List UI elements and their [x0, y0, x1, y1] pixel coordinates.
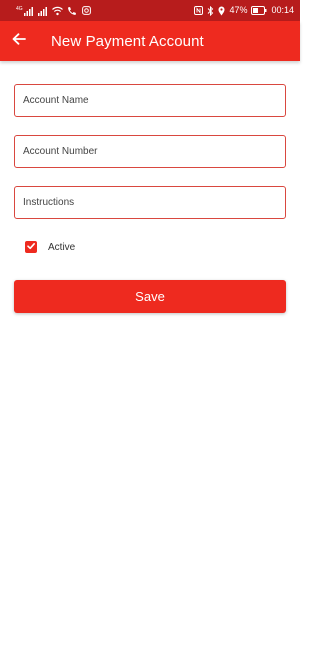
battery-percent: 47% [229, 5, 248, 15]
battery-icon [251, 6, 267, 15]
account-name-input[interactable] [15, 85, 285, 116]
active-checkbox[interactable] [25, 241, 37, 253]
instructions-input[interactable] [15, 187, 285, 218]
back-button[interactable] [0, 21, 38, 61]
instagram-icon [82, 6, 91, 15]
bluetooth-icon [207, 5, 214, 16]
network-type-label: 4G [16, 6, 23, 12]
arrow-back-icon [12, 32, 26, 50]
nfc-icon [194, 6, 204, 15]
app-bar: New Payment Account [0, 21, 300, 61]
active-label: Active [48, 241, 76, 253]
signal-icon: 4G [16, 6, 34, 16]
wifi-icon [52, 6, 63, 16]
location-icon [218, 6, 225, 16]
clock: 00:14 [271, 5, 294, 15]
active-row[interactable]: Active [25, 237, 286, 257]
account-name-field[interactable] [14, 84, 286, 117]
checkmark-icon [26, 238, 36, 256]
page-title: New Payment Account [51, 32, 204, 50]
status-right: 47% 00:14 [194, 5, 294, 16]
wifi-calling-icon [67, 6, 78, 16]
signal-2-icon [38, 6, 48, 16]
instructions-field[interactable] [14, 186, 286, 219]
payment-account-form: Active Save [14, 84, 286, 313]
status-bar: 4G 47% 00:14 [0, 0, 300, 21]
save-button[interactable]: Save [14, 280, 286, 313]
account-number-input[interactable] [15, 136, 285, 167]
account-number-field[interactable] [14, 135, 286, 168]
status-left: 4G [16, 6, 91, 16]
